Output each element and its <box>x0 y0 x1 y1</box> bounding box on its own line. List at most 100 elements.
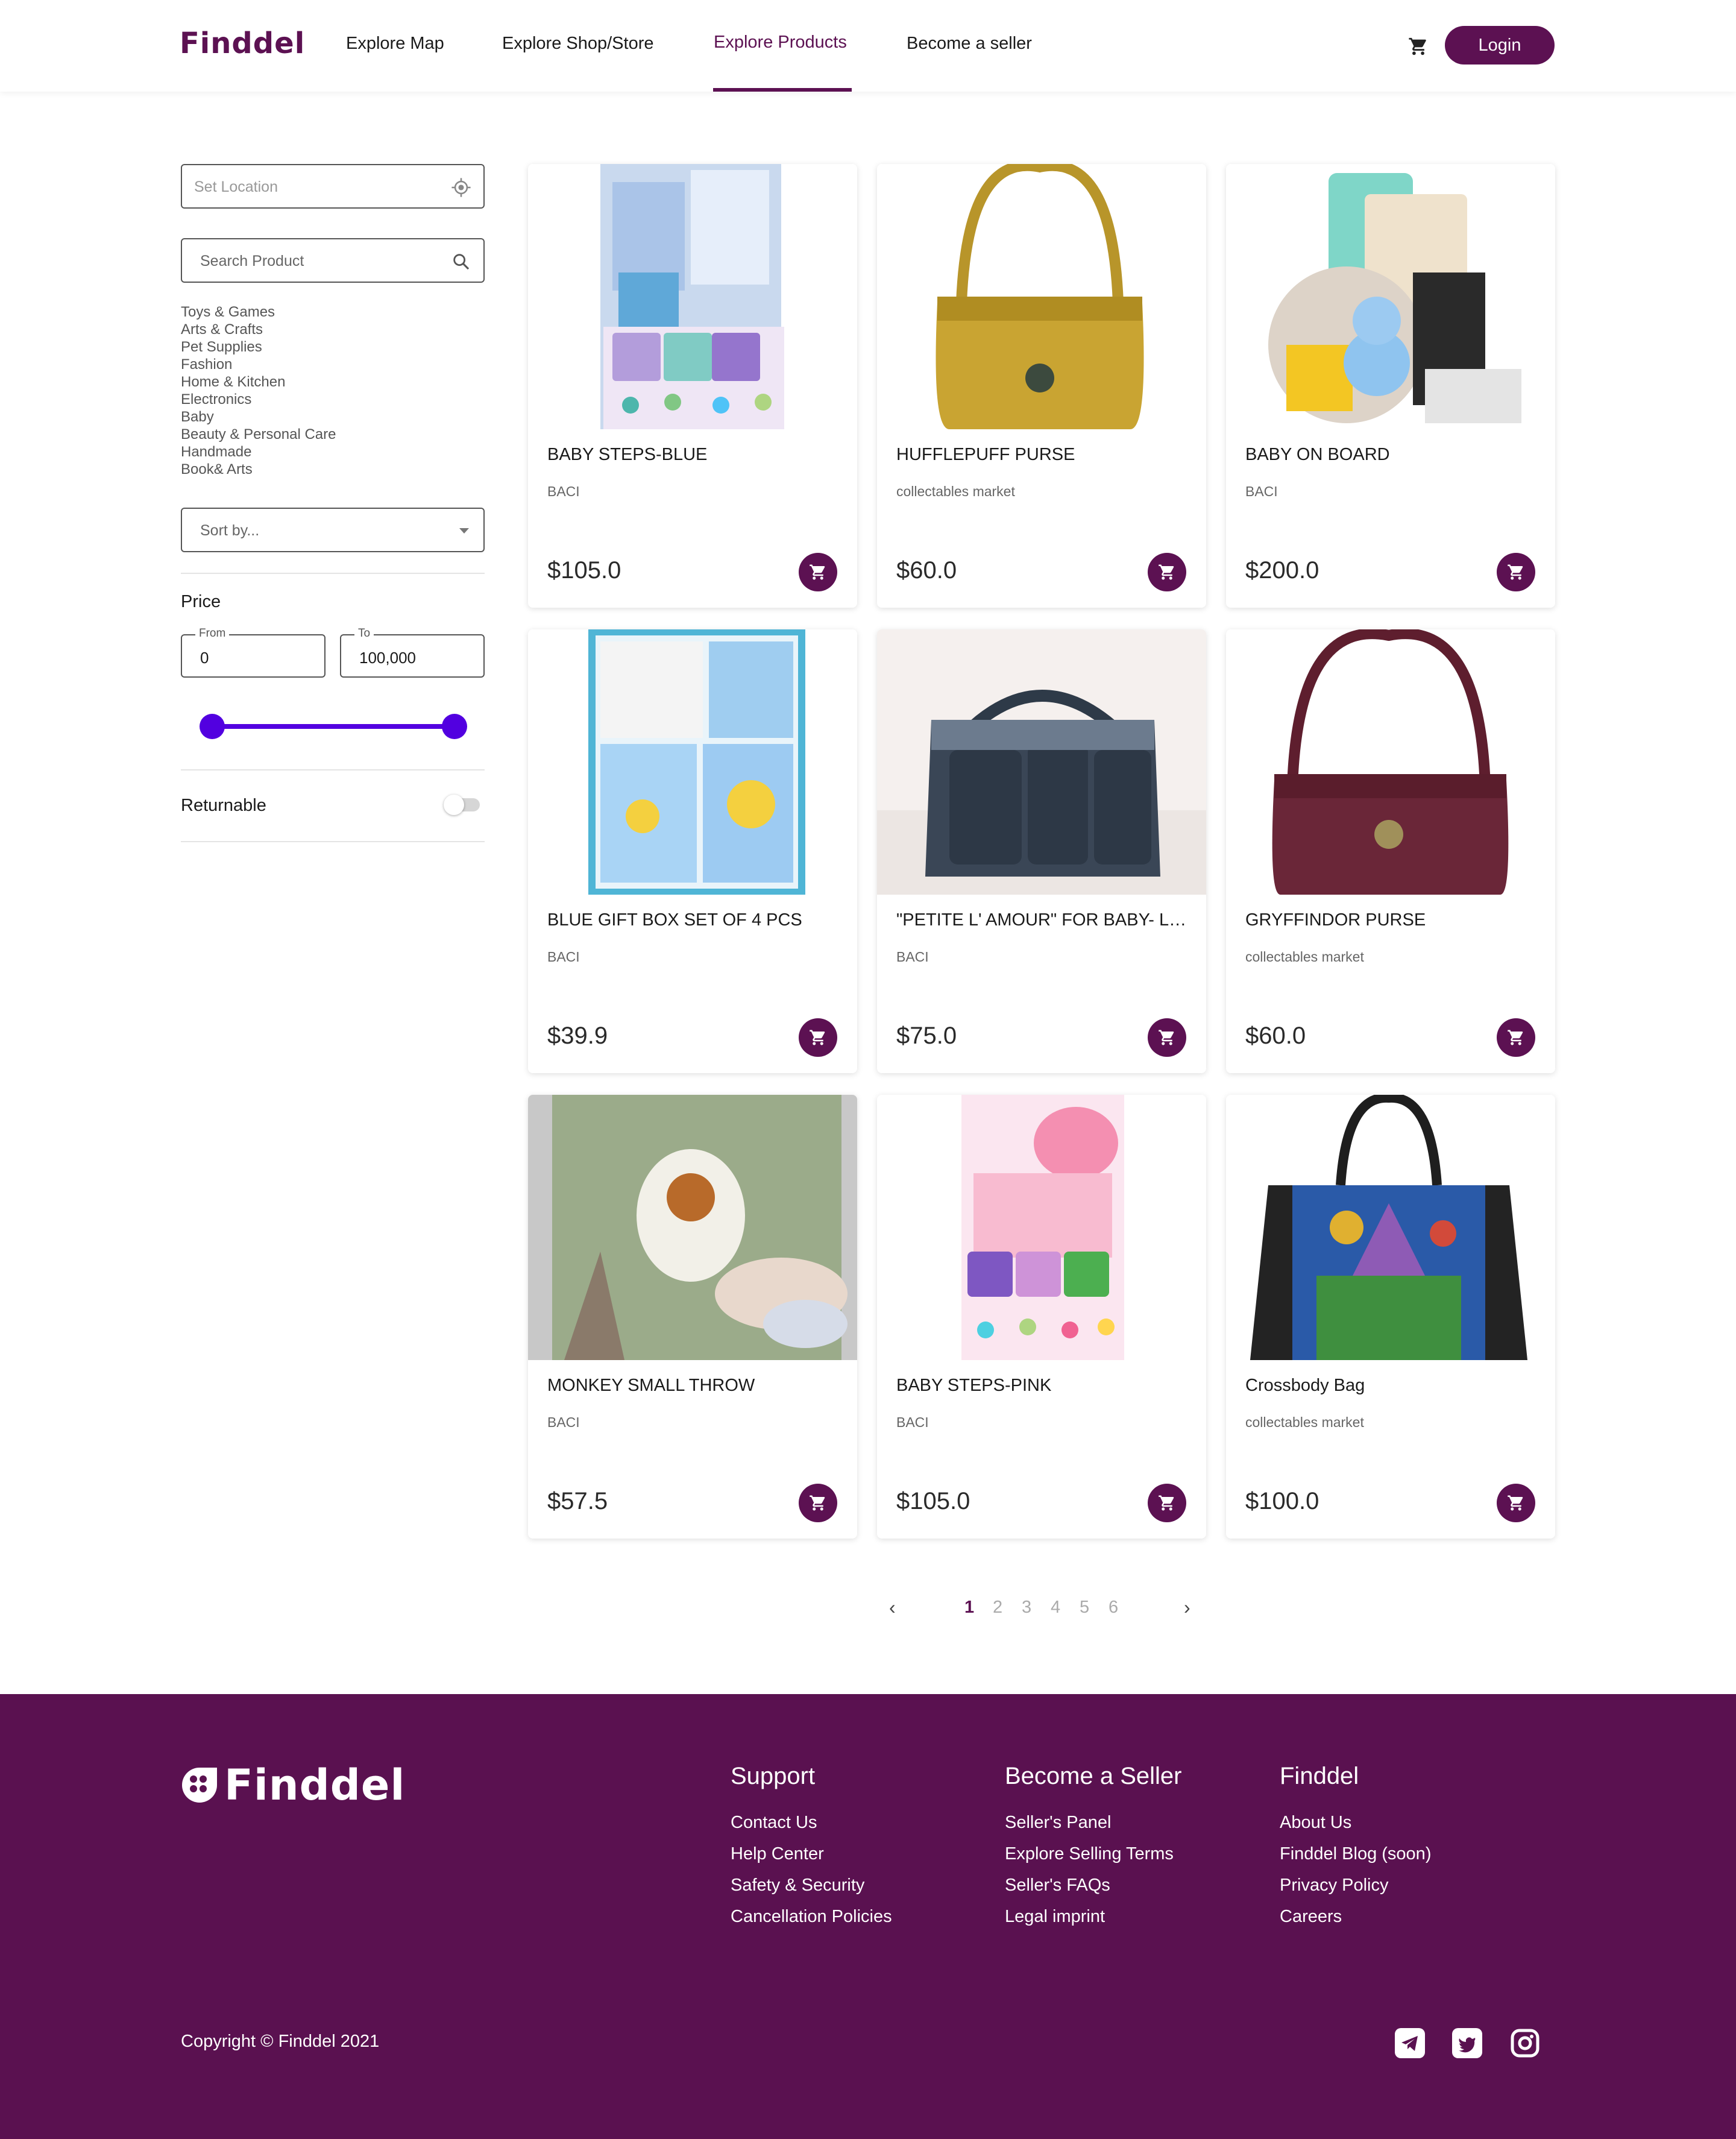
footer-link[interactable]: About Us <box>1280 1807 1431 1838</box>
add-to-cart-button[interactable] <box>1148 1484 1186 1522</box>
product-image-baby-on-board-set <box>1226 164 1555 429</box>
cart-icon <box>1159 1030 1174 1045</box>
product-card[interactable]: BABY ON BOARD BACI $200.0 <box>1226 164 1555 608</box>
category-home-kitchen[interactable]: Home & Kitchen <box>181 373 336 391</box>
chevron-down-icon <box>459 528 469 534</box>
category-baby[interactable]: Baby <box>181 408 336 426</box>
page-number[interactable]: 2 <box>993 1598 1002 1618</box>
price-slider-max-handle[interactable] <box>442 714 467 739</box>
product-shop: BACI <box>1245 484 1278 499</box>
product-card[interactable]: "PETITE L' AMOUR" FOR BABY- LA... BACI $… <box>877 629 1206 1073</box>
pagination-next[interactable]: › <box>1184 1596 1190 1619</box>
search-input[interactable]: Search Product <box>181 238 485 283</box>
add-to-cart-button[interactable] <box>799 553 837 591</box>
footer-link[interactable]: Explore Selling Terms <box>1005 1838 1181 1870</box>
cart-icon <box>1508 564 1523 580</box>
cart-icon[interactable] <box>1408 36 1429 57</box>
sidebar-divider <box>181 769 485 770</box>
product-image-baby-basket-pink <box>877 1095 1206 1360</box>
product-card[interactable]: BABY STEPS-PINK BACI $105.0 <box>877 1095 1206 1539</box>
footer-link[interactable]: Legal imprint <box>1005 1901 1181 1932</box>
cart-icon <box>1159 1495 1174 1511</box>
nav-explore-shop[interactable]: Explore Shop/Store <box>502 34 653 54</box>
cart-icon <box>1159 564 1174 580</box>
category-handmade[interactable]: Handmade <box>181 443 336 461</box>
sort-select[interactable]: Sort by... <box>181 508 485 552</box>
category-list: Toys & Games Arts & Crafts Pet Supplies … <box>181 303 336 478</box>
returnable-toggle[interactable] <box>444 795 480 815</box>
product-card[interactable]: MONKEY SMALL THROW BACI $57.5 <box>528 1095 857 1539</box>
price-to-label: To <box>354 627 374 640</box>
pagination-prev[interactable]: ‹ <box>889 1596 896 1619</box>
price-from-value: 0 <box>200 649 209 667</box>
footer-link[interactable]: Contact Us <box>731 1807 892 1838</box>
footer-link[interactable]: Seller's Panel <box>1005 1807 1181 1838</box>
price-from-label: From <box>195 627 230 640</box>
category-book-arts[interactable]: Book& Arts <box>181 461 336 478</box>
search-icon[interactable] <box>451 251 471 272</box>
price-slider-min-handle[interactable] <box>200 714 225 739</box>
page-number[interactable]: 4 <box>1051 1598 1060 1618</box>
add-to-cart-button[interactable] <box>1148 1018 1186 1057</box>
product-price: $200.0 <box>1245 557 1319 584</box>
page-number[interactable]: 1 <box>964 1598 974 1618</box>
add-to-cart-button[interactable] <box>1497 1018 1535 1057</box>
footer-link[interactable]: Careers <box>1280 1901 1431 1932</box>
category-electronics[interactable]: Electronics <box>181 391 336 408</box>
add-to-cart-button[interactable] <box>1497 1484 1535 1522</box>
product-name: BABY ON BOARD <box>1245 445 1390 464</box>
telegram-icon[interactable] <box>1395 2028 1425 2058</box>
add-to-cart-button[interactable] <box>799 1018 837 1057</box>
footer-logo[interactable]: Finddel <box>181 1760 405 1810</box>
nav-become-seller[interactable]: Become a seller <box>907 34 1032 54</box>
product-price: $105.0 <box>896 1488 970 1514</box>
price-label: Price <box>181 592 221 611</box>
nav-explore-products[interactable]: Explore Products <box>714 33 847 52</box>
page-number[interactable]: 3 <box>1022 1598 1031 1618</box>
nav-explore-map[interactable]: Explore Map <box>346 34 444 54</box>
product-shop: collectables market <box>896 484 1015 499</box>
product-shop: BACI <box>547 1414 580 1430</box>
add-to-cart-button[interactable] <box>1497 553 1535 591</box>
product-shop: BACI <box>547 484 580 499</box>
category-fashion[interactable]: Fashion <box>181 356 336 373</box>
footer-link[interactable]: Safety & Security <box>731 1870 892 1901</box>
price-from-field[interactable]: From 0 <box>181 627 326 678</box>
page-number[interactable]: 6 <box>1109 1598 1118 1618</box>
add-to-cart-button[interactable] <box>1148 553 1186 591</box>
product-card[interactable]: BLUE GIFT BOX SET OF 4 PCS BACI $39.9 <box>528 629 857 1073</box>
price-to-field[interactable]: To 100,000 <box>340 627 485 678</box>
instagram-icon[interactable] <box>1510 2028 1540 2058</box>
search-placeholder: Search Product <box>200 253 304 269</box>
product-image-yellow-purse <box>877 164 1206 429</box>
product-price: $60.0 <box>896 557 957 584</box>
footer-link[interactable]: Finddel Blog (soon) <box>1280 1838 1431 1870</box>
category-arts-crafts[interactable]: Arts & Crafts <box>181 321 336 338</box>
product-card[interactable]: GRYFFINDOR PURSE collectables market $60… <box>1226 629 1555 1073</box>
page-number[interactable]: 5 <box>1080 1598 1089 1618</box>
footer-column-title: Support <box>731 1763 816 1789</box>
footer-link[interactable]: Privacy Policy <box>1280 1870 1431 1901</box>
footer-link[interactable]: Seller's FAQs <box>1005 1870 1181 1901</box>
product-price: $100.0 <box>1245 1488 1319 1514</box>
location-input[interactable]: Set Location <box>181 164 485 209</box>
returnable-label: Returnable <box>181 796 266 815</box>
footer-link[interactable]: Cancellation Policies <box>731 1901 892 1932</box>
product-card[interactable]: HUFFLEPUFF PURSE collectables market $60… <box>877 164 1206 608</box>
login-button[interactable]: Login <box>1445 26 1555 65</box>
gps-icon[interactable] <box>451 177 471 198</box>
footer-link[interactable]: Help Center <box>731 1838 892 1870</box>
product-image-maroon-purse <box>1226 629 1555 895</box>
category-beauty[interactable]: Beauty & Personal Care <box>181 426 336 443</box>
product-card[interactable]: Crossbody Bag collectables market $100.0 <box>1226 1095 1555 1539</box>
category-toys-games[interactable]: Toys & Games <box>181 303 336 321</box>
twitter-icon[interactable] <box>1452 2028 1482 2058</box>
sidebar-divider <box>181 573 485 574</box>
product-price: $60.0 <box>1245 1022 1306 1049</box>
brand-logo[interactable]: Finddel <box>180 27 305 60</box>
category-pet-supplies[interactable]: Pet Supplies <box>181 338 336 356</box>
price-slider-track[interactable] <box>210 724 457 729</box>
add-to-cart-button[interactable] <box>799 1484 837 1522</box>
product-image-blue-gift-box <box>528 629 857 895</box>
product-card[interactable]: BABY STEPS-BLUE BACI $105.0 <box>528 164 857 608</box>
